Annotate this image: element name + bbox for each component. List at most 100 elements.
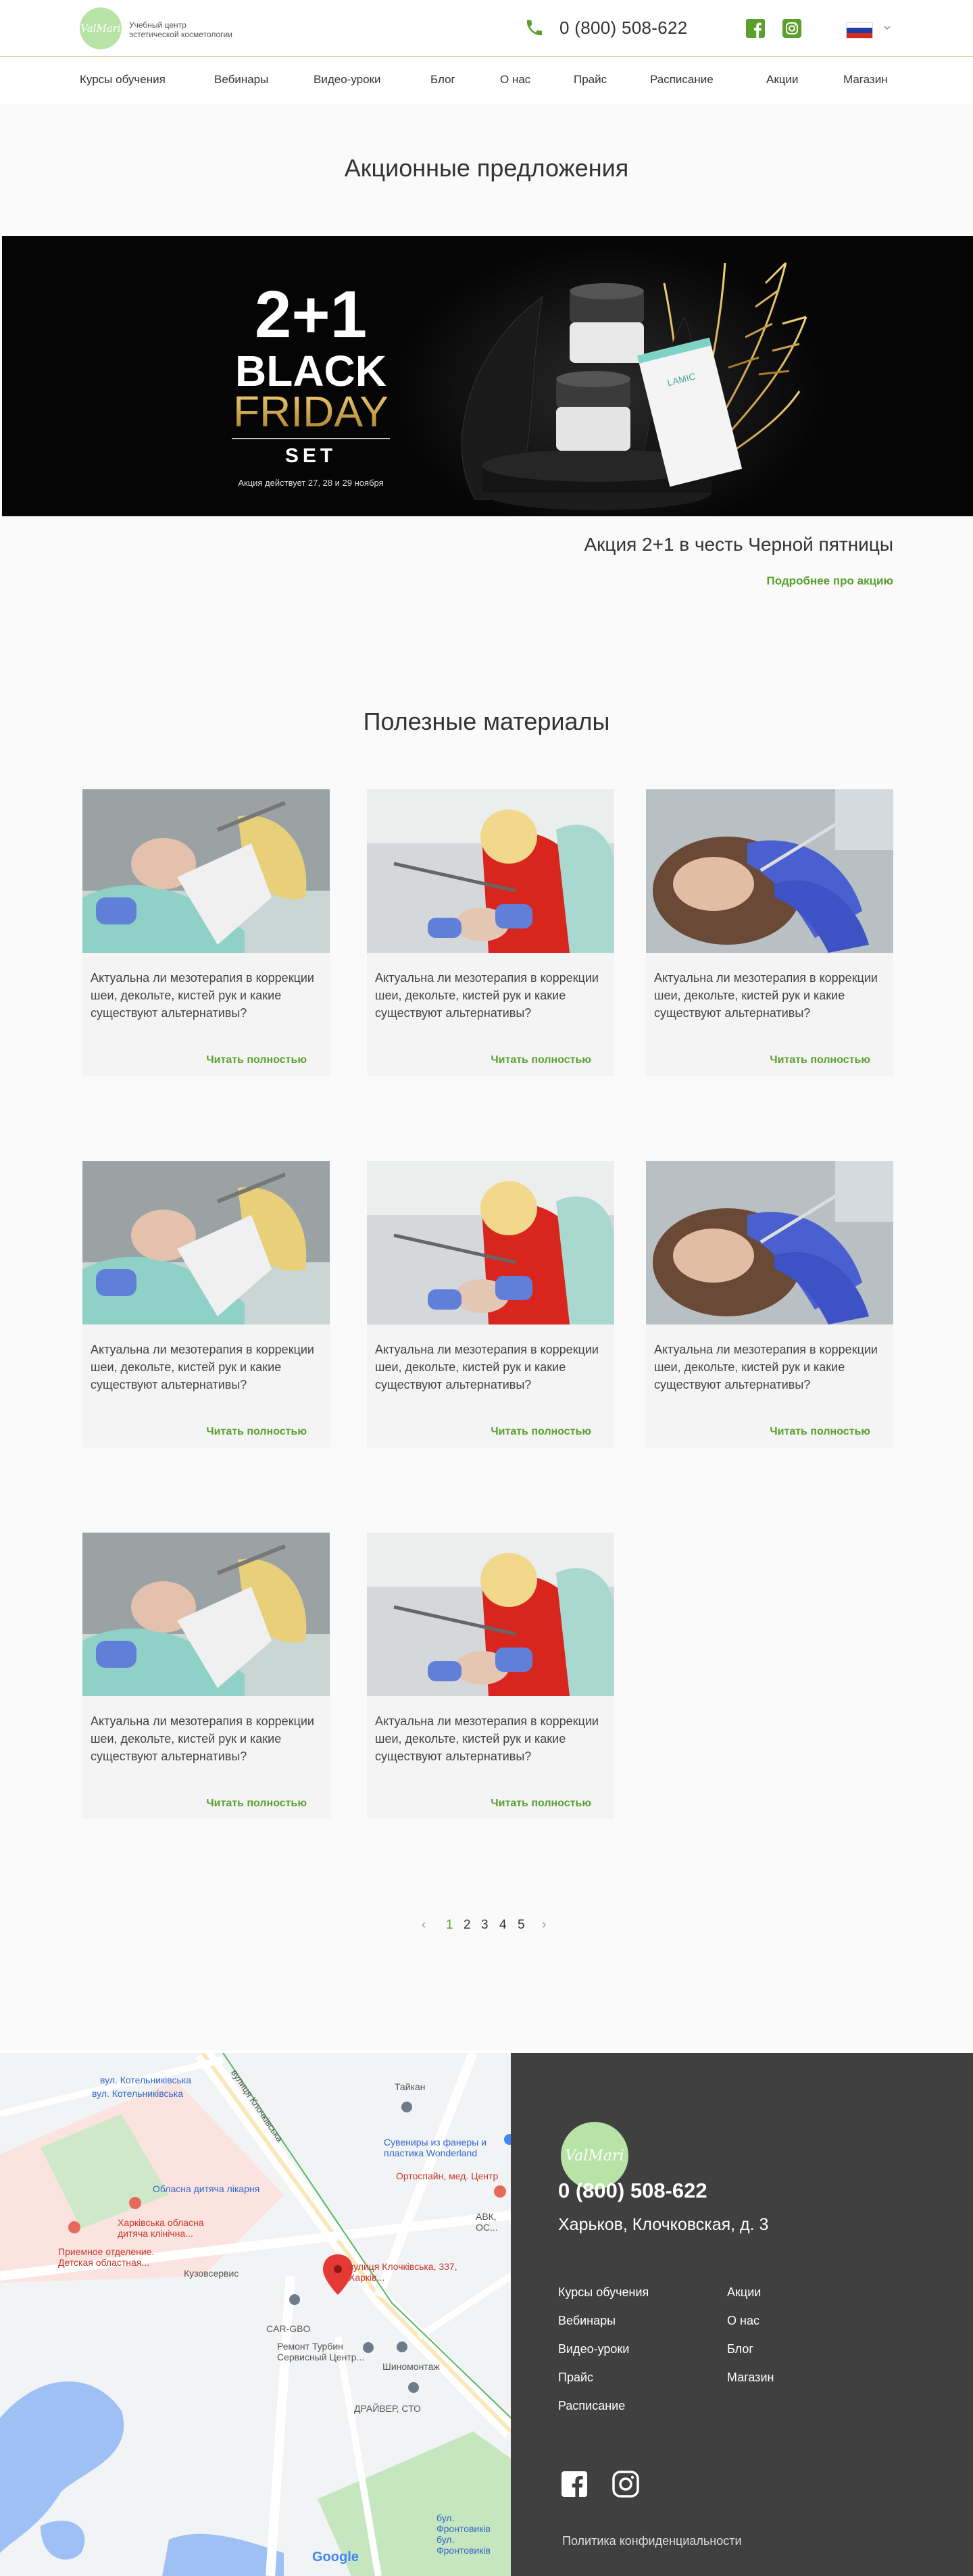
phone-icon <box>526 20 543 36</box>
map-canvas[interactable] <box>0 2053 511 2576</box>
google-logo: Google <box>312 2550 359 2565</box>
read-more-link[interactable]: Читать полностью <box>206 1798 307 1810</box>
map-label-poi: Шиномонтаж <box>382 2361 440 2372</box>
nav-item-prices[interactable]: Прайс <box>574 73 607 86</box>
read-more-link[interactable]: Читать полностью <box>770 1054 870 1066</box>
article-card[interactable]: Актуальна ли мезотерапия в коррекции шеи… <box>367 1533 614 1819</box>
footer-phone[interactable]: 0 (800) 508-622 <box>558 2179 707 2203</box>
read-more-link[interactable]: Читать полностью <box>206 1054 307 1066</box>
footer-instagram-icon[interactable] <box>612 2471 639 2498</box>
article-card[interactable]: Актуальна ли мезотерапия в коррекции шеи… <box>367 1161 614 1447</box>
map-label-street: вул. Котельниківська <box>100 2075 192 2085</box>
cream-jar-bottom <box>556 371 630 451</box>
nav-item-schedule[interactable]: Расписание <box>650 73 714 86</box>
article-image[interactable] <box>82 1161 330 1324</box>
read-more-link[interactable]: Читать полностью <box>491 1798 591 1810</box>
article-card[interactable]: Актуальна ли мезотерапия в коррекции шеи… <box>82 1161 330 1447</box>
footer-link-video-lessons[interactable]: Видео-уроки <box>558 2342 629 2356</box>
pagination-next[interactable]: › <box>542 1918 546 1933</box>
logo-tagline: Учебный центр эстетической косметологии <box>129 20 251 39</box>
map-label-poi: Харківська обласна дитяча клінічна... <box>118 2217 204 2239</box>
pagination-page-2[interactable]: 2 <box>464 1918 471 1933</box>
article-card[interactable]: Актуальна ли мезотерапия в коррекции шеи… <box>646 789 893 1076</box>
russian-flag-icon[interactable] <box>846 22 873 39</box>
chevron-down-icon[interactable] <box>882 23 892 32</box>
location-map[interactable]: вул. Котельниківська вул. Котельниківськ… <box>0 2053 511 2576</box>
instagram-icon[interactable] <box>782 19 801 38</box>
logo[interactable]: ValMari <box>80 7 122 49</box>
main-nav: Курсы обучения Вебинары Видео-уроки Блог… <box>0 57 973 104</box>
footer-link-courses[interactable]: Курсы обучения <box>558 2285 649 2300</box>
pagination-page-3[interactable]: 3 <box>481 1918 489 1933</box>
footer-link-webinars[interactable]: Вебинары <box>558 2314 616 2328</box>
pagination-prev[interactable]: ‹ <box>422 1918 426 1933</box>
banner-line-set: SET <box>285 445 336 467</box>
promo-more-link[interactable]: Подробнее про акцию <box>767 574 893 588</box>
footer-address: Харьков, Клочковская, д. 3 <box>558 2215 769 2234</box>
footer-link-shop[interactable]: Магазин <box>727 2371 774 2385</box>
read-more-link[interactable]: Читать полностью <box>491 1426 591 1438</box>
banner-headline: 2+1 <box>255 277 367 351</box>
map-label-poi: Тайкан <box>395 2081 426 2092</box>
article-card[interactable]: Актуальна ли мезотерапия в коррекции шеи… <box>646 1161 893 1447</box>
article-image[interactable] <box>367 1533 614 1696</box>
read-more-link[interactable]: Читать полностью <box>491 1054 591 1066</box>
promo-caption: Акция 2+1 в честь Черной пятницы <box>584 534 893 555</box>
article-title: Актуальна ли мезотерапия в коррекции шеи… <box>91 1714 314 1763</box>
map-label-street: бул. Фронтовиків бул. Фронтовиків <box>436 2512 491 2556</box>
facebook-icon[interactable] <box>746 19 765 38</box>
footer-link-promotions[interactable]: Акции <box>727 2285 761 2300</box>
footer-facebook-icon[interactable] <box>561 2471 588 2498</box>
article-image[interactable] <box>646 789 893 953</box>
pagination-page-4[interactable]: 4 <box>499 1918 507 1933</box>
article-image[interactable] <box>82 789 330 953</box>
nav-item-webinars[interactable]: Вебинары <box>214 73 268 86</box>
article-image[interactable] <box>646 1161 893 1324</box>
read-more-link[interactable]: Читать полностью <box>770 1426 870 1438</box>
banner-artwork: LAMIC 2+1 BLACK FRIDAY SET Акция действу… <box>2 236 973 516</box>
tagline-line-2: эстетической косметологии <box>129 30 232 39</box>
nav-item-video-lessons[interactable]: Видео-уроки <box>314 73 380 86</box>
article-title: Актуальна ли мезотерапия в коррекции шеи… <box>654 971 878 1020</box>
footer-link-blog[interactable]: Блог <box>727 2342 753 2356</box>
footer-link-about[interactable]: О нас <box>727 2314 759 2328</box>
nav-item-blog[interactable]: Блог <box>430 73 455 86</box>
nav-item-about[interactable]: О нас <box>500 73 530 86</box>
article-title: Актуальна ли мезотерапия в коррекции шеи… <box>91 1343 314 1391</box>
article-card[interactable]: Актуальна ли мезотерапия в коррекции шеи… <box>82 789 330 1076</box>
article-card[interactable]: Актуальна ли мезотерапия в коррекции шеи… <box>82 1533 330 1819</box>
article-image[interactable] <box>82 1533 330 1696</box>
article-title: Актуальна ли мезотерапия в коррекции шеи… <box>375 971 599 1020</box>
article-title: Актуальна ли мезотерапия в коррекции шеи… <box>375 1343 599 1391</box>
materials-section-title: Полезные материалы <box>363 708 610 735</box>
map-label-poi: Ортоспайн, мед. Центр <box>396 2171 499 2181</box>
pagination-page-1[interactable]: 1 <box>446 1918 453 1933</box>
map-label-poi: Кузовсервис <box>184 2268 239 2279</box>
read-more-link[interactable]: Читать полностью <box>206 1426 307 1438</box>
article-image[interactable] <box>367 789 614 953</box>
black-friday-banner[interactable]: LAMIC 2+1 BLACK FRIDAY SET Акция действу… <box>2 236 973 516</box>
footer-link-prices[interactable]: Прайс <box>558 2371 593 2385</box>
map-label-poi: Приемное отделение. Детская областная... <box>58 2246 155 2268</box>
nav-item-courses[interactable]: Курсы обучения <box>80 73 166 86</box>
footer-link-schedule[interactable]: Расписание <box>558 2399 625 2413</box>
tagline-line-1: Учебный центр <box>129 20 186 30</box>
map-label-poi: Обласна дитяча лікарня <box>153 2183 260 2194</box>
nav-item-shop[interactable]: Магазин <box>843 73 888 86</box>
banner-line-friday: FRIDAY <box>233 387 389 436</box>
article-title: Актуальна ли мезотерапия в коррекции шеи… <box>654 1343 878 1391</box>
header-phone[interactable]: 0 (800) 508-622 <box>559 18 688 39</box>
site-header: ValMari Учебный центр эстетической косме… <box>0 0 973 57</box>
map-label-poi: Ремонт Турбин Сервисный Центр... <box>277 2341 365 2362</box>
pagination-page-5[interactable]: 5 <box>518 1918 525 1933</box>
article-image[interactable] <box>367 1161 614 1324</box>
promo-section-title: Акционные предложения <box>344 154 629 182</box>
map-label-poi: АВК, ОС... <box>476 2211 498 2233</box>
site-footer: ValMari 0 (800) 508-622 Харьков, Клочков… <box>511 2053 973 2576</box>
cream-jar-top <box>570 283 644 363</box>
article-card[interactable]: Актуальна ли мезотерапия в коррекции шеи… <box>367 789 614 1076</box>
map-label-address: вулиця Клочківська, 337, Харків... <box>349 2261 457 2283</box>
article-title: Актуальна ли мезотерапия в коррекции шеи… <box>91 971 314 1020</box>
nav-item-promotions[interactable]: Акции <box>766 73 799 86</box>
privacy-policy-link[interactable]: Политика конфиденциальности <box>562 2534 742 2548</box>
